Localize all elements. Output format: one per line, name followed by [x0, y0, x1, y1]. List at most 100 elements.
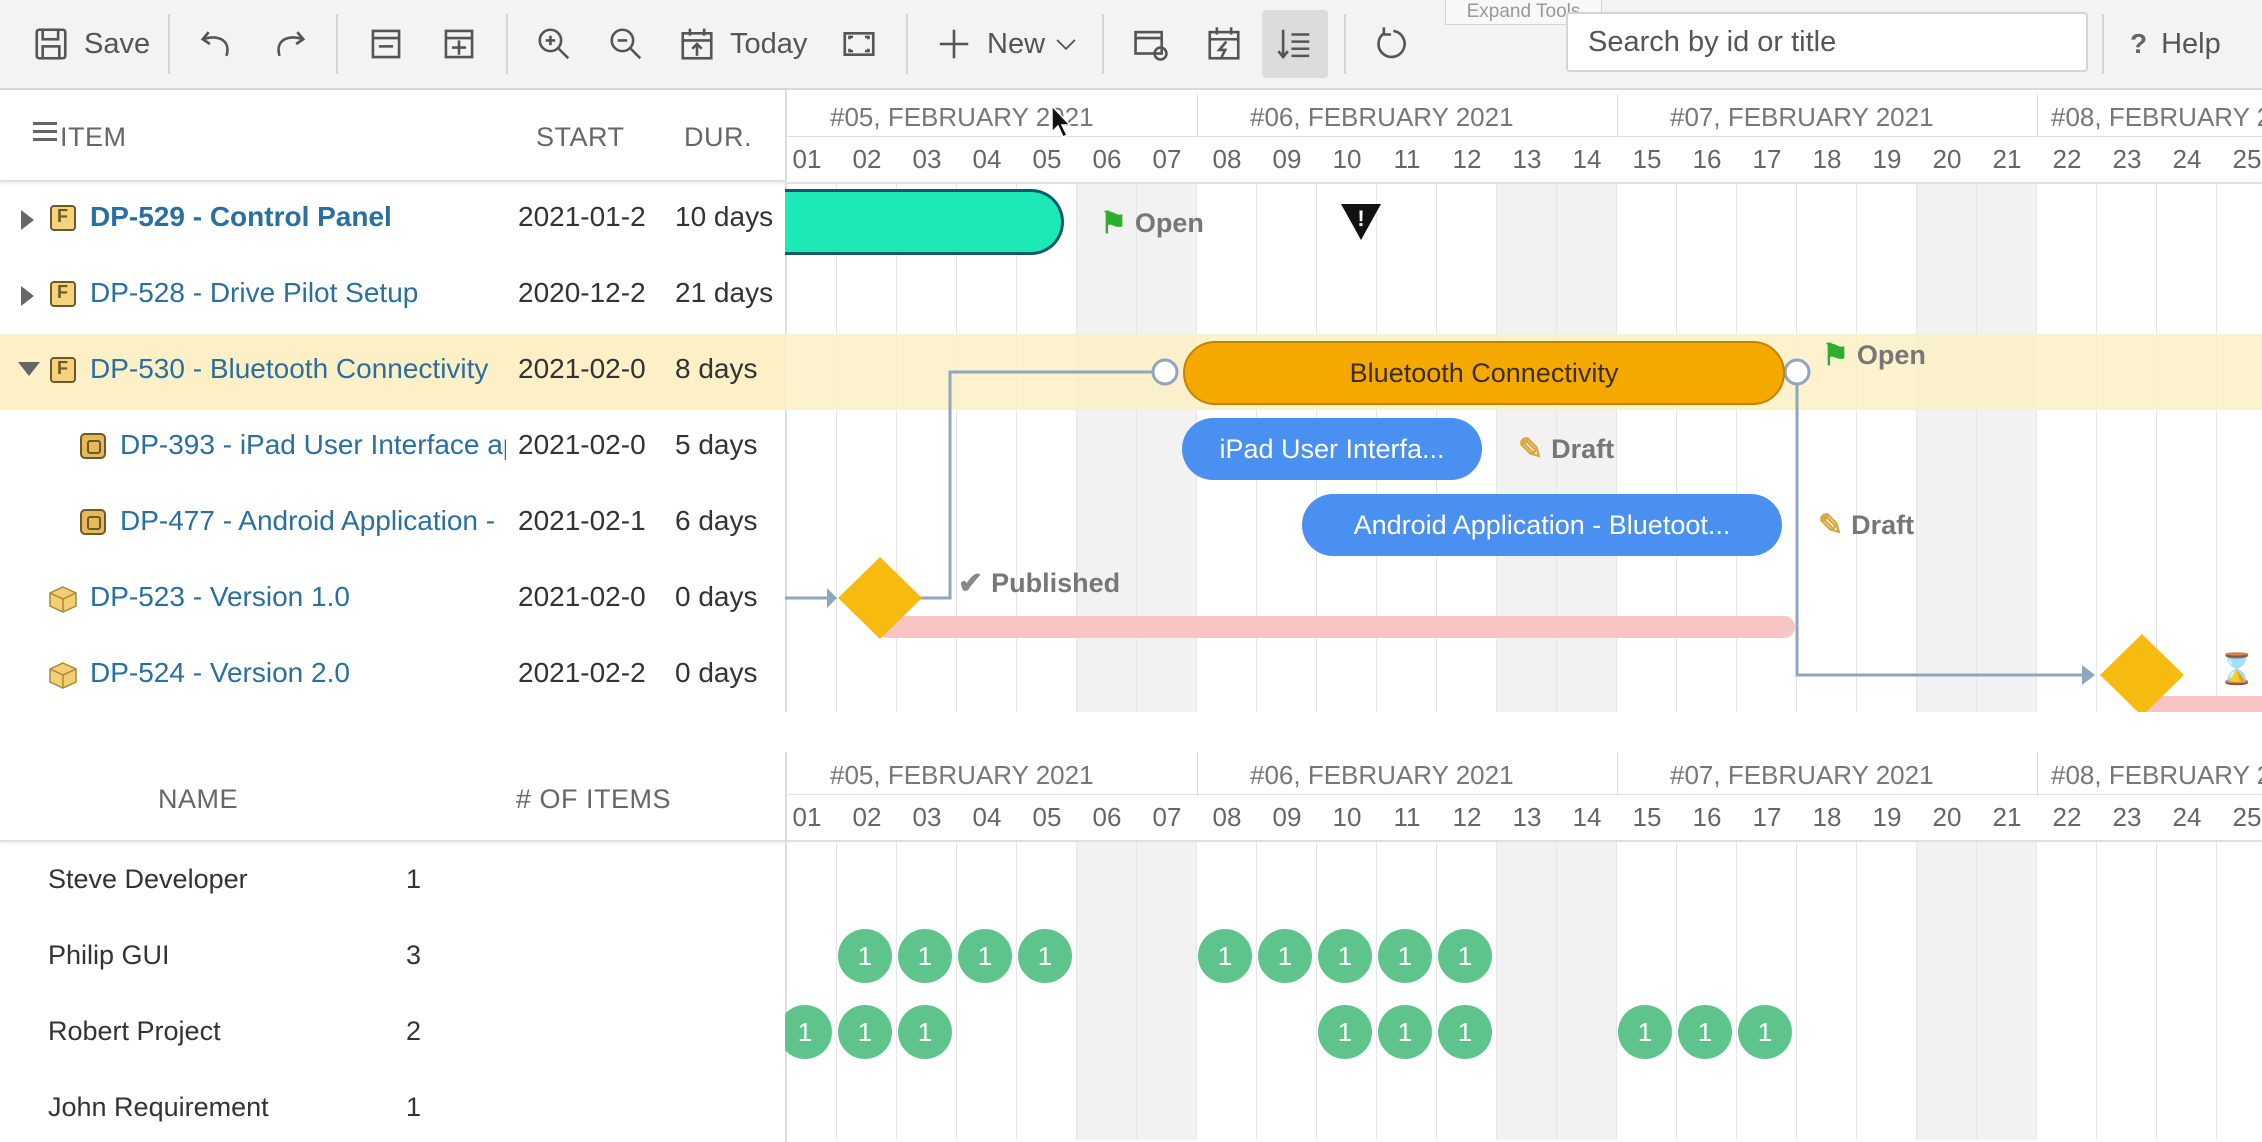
sort-filter-button[interactable] — [1262, 10, 1328, 78]
item-duration: 10 days — [675, 201, 774, 232]
start-column-header[interactable]: START — [536, 122, 625, 153]
allocation-bubble[interactable]: 1 — [1198, 929, 1252, 983]
bar-label: Android Application - Bluetoot... — [1353, 509, 1731, 540]
zoom-out-button[interactable] — [607, 10, 645, 78]
item-row[interactable]: DP-528 - Drive Pilot Setup 2020-12-2 21 da… — [0, 258, 785, 334]
day-label: 19 — [1872, 144, 1902, 174]
today-button[interactable]: Today — [678, 10, 807, 78]
day-label: 25 — [2232, 802, 2262, 832]
resource-name[interactable]: Robert Project — [48, 1016, 221, 1047]
week-divider — [1197, 94, 1198, 138]
item-row[interactable]: DP-393 - iPad User Interface ap 2021-02-0… — [0, 410, 785, 486]
settings-calendar-icon — [1134, 30, 1168, 61]
day-label: 22 — [2052, 144, 2082, 174]
zoom-in-button[interactable] — [535, 10, 573, 78]
expand-all-button[interactable] — [440, 10, 478, 78]
search-input[interactable] — [1566, 12, 2088, 72]
item-column-header[interactable]: ITEM — [60, 122, 127, 153]
item-title-link[interactable]: DP-524 - Version 2.0 — [90, 657, 350, 689]
allocation-bubble[interactable]: 1 — [838, 1005, 892, 1059]
calendar-today-icon — [681, 28, 713, 60]
resource-name[interactable]: Steve Developer — [48, 864, 248, 895]
resource-name[interactable]: Philip GUI — [48, 940, 170, 971]
timeline-settings-button[interactable] — [1132, 10, 1170, 78]
item-count-column-header[interactable]: # OF ITEMS — [516, 784, 671, 815]
allocation-bubble[interactable]: 1 — [1678, 1005, 1732, 1059]
resource-name[interactable]: John Requirement — [48, 1092, 269, 1123]
item-title-link[interactable]: DP-523 - Version 1.0 — [90, 581, 350, 613]
day-label: 20 — [1932, 144, 1962, 174]
name-column-header[interactable]: NAME — [158, 784, 238, 815]
week-label: #08, FEBRUARY 2021 — [2051, 102, 2262, 132]
allocation-bubble[interactable]: 1 — [1438, 1005, 1492, 1059]
item-row[interactable]: DP-530 - Bluetooth Connectivity 2021-02-0… — [0, 334, 785, 410]
refresh-icon — [1377, 27, 1406, 59]
status-open: ⚑ Open — [1100, 207, 1204, 240]
item-row[interactable]: DP-523 - Version 1.0 2021-02-0 0 days — [0, 562, 785, 638]
allocation-bubble[interactable]: 1 — [1018, 929, 1072, 983]
status-published: ✔ Published — [958, 567, 1121, 600]
collapsed-arrow-icon[interactable] — [21, 286, 34, 306]
day-label: 17 — [1752, 802, 1782, 832]
allocation-bubble[interactable]: 1 — [898, 929, 952, 983]
item-title-link[interactable]: DP-477 - Android Application - — [120, 505, 495, 537]
chevron-down-icon — [1056, 39, 1076, 51]
save-button[interactable]: Save — [32, 10, 150, 78]
day-label: 04 — [972, 802, 1002, 832]
allocation-bubble[interactable]: 1 — [898, 1005, 952, 1059]
day-label: 09 — [1272, 802, 1302, 832]
day-label: 08 — [1212, 802, 1242, 832]
day-label: 15 — [1632, 144, 1662, 174]
item-title-link[interactable]: DP-528 - Drive Pilot Setup — [90, 277, 418, 309]
allocation-bubble[interactable]: 1 — [1438, 929, 1492, 983]
schedule-button[interactable] — [1205, 10, 1243, 78]
item-row[interactable]: DP-477 - Android Application - 2021-02-1 6… — [0, 486, 785, 562]
allocation-bubble[interactable]: 1 — [1318, 929, 1372, 983]
redo-button[interactable] — [270, 10, 308, 78]
divider — [168, 14, 170, 74]
allocation-bubble[interactable]: 1 — [1378, 1005, 1432, 1059]
overdue-bar — [877, 616, 1795, 638]
allocation-bubble[interactable]: 1 — [838, 929, 892, 983]
allocation-bubble[interactable]: 1 — [785, 1005, 832, 1059]
link-handle[interactable] — [1783, 358, 1811, 386]
day-label: 21 — [1992, 144, 2022, 174]
refresh-button[interactable] — [1372, 10, 1410, 78]
help-button[interactable]: ? Help — [2130, 10, 2221, 78]
allocation-bubble[interactable]: 1 — [1618, 1005, 1672, 1059]
allocation-bubble[interactable]: 1 — [1318, 1005, 1372, 1059]
ipad-ui-bar[interactable]: iPad User Interfa... — [1182, 418, 1482, 480]
day-label: 17 — [1752, 144, 1782, 174]
item-title-link[interactable]: DP-529 - Control Panel — [90, 201, 392, 233]
fit-to-screen-button[interactable] — [840, 10, 878, 78]
menu-icon[interactable] — [33, 122, 57, 142]
allocation-bubble[interactable]: 1 — [1738, 1005, 1792, 1059]
dependency-line — [877, 370, 1165, 600]
allocation-bubble[interactable]: 1 — [958, 929, 1012, 983]
item-row[interactable]: DP-529 - Control Panel 2021-01-2 10 days — [0, 182, 785, 258]
android-app-bar[interactable]: Android Application - Bluetoot... — [1302, 494, 1782, 556]
allocation-bubble[interactable]: 1 — [1378, 929, 1432, 983]
new-dropdown-button[interactable]: New — [935, 10, 1079, 78]
item-title-link[interactable]: DP-393 - iPad User Interface ap — [120, 429, 506, 461]
item-title-link[interactable]: DP-530 - Bluetooth Connectivity — [90, 353, 488, 385]
resource-item-count: 2 — [406, 1016, 422, 1046]
duration-column-header[interactable]: DUR. — [684, 122, 752, 153]
link-handle[interactable] — [1151, 358, 1179, 386]
version-package-icon — [48, 661, 78, 689]
divider — [1102, 14, 1104, 74]
day-label: 12 — [1452, 144, 1482, 174]
item-row[interactable]: DP-524 - Version 2.0 2021-02-2 0 days — [0, 638, 785, 714]
day-label: 09 — [1272, 144, 1302, 174]
timeline-header-divider — [787, 794, 2262, 795]
undo-button[interactable] — [198, 10, 236, 78]
bluetooth-connectivity-bar[interactable]: Bluetooth Connectivity — [1183, 341, 1785, 405]
collapse-all-button[interactable] — [367, 10, 405, 78]
sort-list-icon — [1277, 29, 1310, 60]
expanded-arrow-icon[interactable] — [18, 362, 40, 376]
day-label: 02 — [852, 802, 882, 832]
calendar-flash-icon — [1208, 27, 1240, 60]
collapsed-arrow-icon[interactable] — [21, 210, 34, 230]
control-panel-bar[interactable] — [785, 189, 1064, 255]
allocation-bubble[interactable]: 1 — [1258, 929, 1312, 983]
